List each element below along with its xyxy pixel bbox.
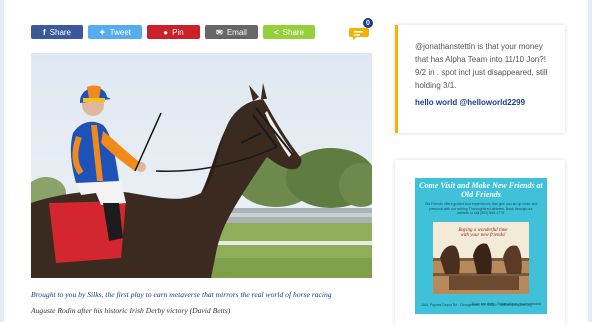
twitter-icon: ✦ — [98, 27, 106, 37]
pinterest-icon: ● — [163, 27, 169, 37]
facebook-share-button[interactable]: f Share — [31, 25, 83, 39]
email-icon: ✉ — [216, 27, 223, 37]
pinterest-share-button[interactable]: ● Pin — [147, 25, 200, 39]
comments-button[interactable]: 0 — [349, 18, 373, 40]
page-edge-left — [0, 0, 4, 322]
twitter-share-button[interactable]: ✦ Tweet — [88, 25, 142, 39]
old-friends-ad[interactable]: Come Visit and Make New Friends at Old F… — [415, 178, 547, 314]
comment-count-badge: 0 — [363, 18, 373, 28]
email-share-label: Email — [226, 27, 247, 37]
article-photo — [31, 53, 372, 278]
generic-share-button[interactable]: < Share — [263, 25, 315, 39]
share-icon: < — [273, 27, 279, 37]
email-share-button[interactable]: ✉ Email — [205, 25, 258, 39]
facebook-icon: f — [42, 27, 46, 37]
facebook-share-label: Share — [49, 27, 72, 37]
sidebar-ad-card: Come Visit and Make New Friends at Old F… — [395, 160, 565, 325]
pinterest-share-label: Pin — [172, 27, 184, 37]
twitter-share-label: Tweet — [109, 27, 132, 37]
tweet-card: @jonathanstettin is that your money that… — [395, 25, 565, 133]
share-bar: f Share ✦ Tweet ● Pin ✉ Email < Share — [31, 25, 315, 39]
ad-footer-note: Tours run daily · Reservations recommend… — [471, 302, 541, 306]
generic-share-label: Share — [282, 27, 305, 37]
horses-photo — [433, 222, 529, 294]
page-edge-right — [588, 0, 592, 322]
jockey-horse-image — [31, 53, 372, 278]
tweet-text: @jonathanstettin is that your money that… — [415, 42, 548, 90]
tweet-author-link[interactable]: hello world @helloworld2299 — [415, 98, 555, 107]
ad-tagline: Buying a wonderful time with your new fr… — [458, 228, 508, 238]
photo-promo-caption[interactable]: Brought to you by Silks, the first play … — [31, 290, 381, 299]
photo-caption: Auguste Rodin after his historic Irish D… — [31, 306, 231, 315]
